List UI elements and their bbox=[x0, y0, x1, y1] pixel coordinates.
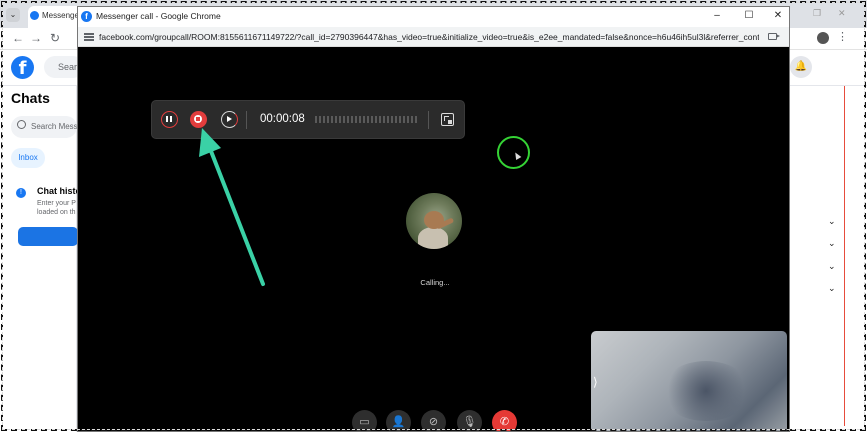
avatar-figure bbox=[418, 227, 448, 249]
audio-level-tick bbox=[367, 116, 369, 123]
audio-level-tick bbox=[339, 116, 341, 123]
audio-level-tick bbox=[331, 116, 333, 123]
call-address-bar[interactable]: facebook.com/groupcall/ROOM:815561167114… bbox=[78, 27, 789, 47]
audio-level-tick bbox=[379, 116, 381, 123]
end-call-icon: ✆ bbox=[499, 416, 510, 428]
video-off-icon: ⊘ bbox=[428, 416, 439, 428]
audio-level-tick bbox=[355, 116, 357, 123]
mute-button[interactable]: 🎙 bbox=[457, 410, 482, 431]
audio-level-tick bbox=[335, 116, 337, 123]
audio-level-tick bbox=[343, 116, 345, 123]
call-url-text[interactable]: facebook.com/groupcall/ROOM:815561167114… bbox=[99, 32, 759, 42]
audio-level-tick bbox=[323, 116, 325, 123]
microphone-off-icon: 🎙 bbox=[462, 416, 477, 428]
chevron-down-icon[interactable]: ⌄ bbox=[828, 238, 836, 249]
chevron-down-icon[interactable]: ⌄ bbox=[828, 216, 836, 227]
reload-icon[interactable]: ↻ bbox=[50, 31, 60, 45]
audio-level-tick bbox=[383, 116, 385, 123]
caller-avatar bbox=[406, 193, 462, 249]
back-arrow-icon[interactable]: ← bbox=[12, 31, 24, 45]
audio-level-tick bbox=[371, 116, 373, 123]
chevron-down-icon[interactable]: ⌄ bbox=[828, 283, 836, 294]
audio-level-tick bbox=[387, 116, 389, 123]
resume-recording-icon[interactable] bbox=[221, 111, 238, 128]
annotation-arrow-shaft bbox=[207, 144, 265, 286]
close-button[interactable]: ✕ bbox=[771, 10, 785, 21]
recorder-divider bbox=[428, 111, 429, 129]
audio-level-tick bbox=[375, 116, 377, 123]
self-video-feed bbox=[661, 361, 751, 421]
audio-level-tick bbox=[399, 116, 401, 123]
video-toggle-button[interactable]: ⊘ bbox=[421, 410, 446, 431]
background-tab-title: Messenger bbox=[42, 11, 82, 20]
audio-level-tick bbox=[327, 116, 329, 123]
inbox-tab[interactable]: Inbox bbox=[11, 148, 45, 168]
chat-history-button[interactable] bbox=[18, 227, 78, 246]
site-settings-icon[interactable] bbox=[84, 32, 94, 41]
self-video-preview[interactable]: ⟩ bbox=[591, 331, 787, 431]
audio-level-meter bbox=[315, 114, 420, 125]
chat-history-card: ! Chat history Enter your P loaded on th bbox=[11, 182, 90, 250]
maximize-button[interactable]: ☐ bbox=[742, 10, 756, 21]
minimize-button[interactable]: – bbox=[710, 10, 724, 21]
share-screen-button[interactable]: ▭ bbox=[352, 410, 377, 431]
background-restore-icon[interactable]: ❐ bbox=[813, 8, 821, 19]
facebook-favicon-icon: f bbox=[81, 11, 92, 22]
tab-search-dropdown[interactable]: ⌄ bbox=[6, 8, 20, 22]
call-window-titlebar: f Messenger call - Google Chrome – ☐ ✕ bbox=[78, 7, 789, 27]
end-call-button[interactable]: ✆ bbox=[492, 410, 517, 431]
chats-heading: Chats bbox=[11, 90, 50, 106]
audio-level-tick bbox=[391, 116, 393, 123]
share-screen-icon: ▭ bbox=[359, 416, 370, 428]
browser-menu-icon[interactable]: ⋮ bbox=[837, 30, 848, 43]
recorder-divider bbox=[246, 111, 247, 129]
notifications-bell-icon[interactable]: 🔔 bbox=[790, 56, 812, 78]
recording-timer: 00:00:08 bbox=[260, 113, 305, 125]
facebook-favicon-icon bbox=[30, 11, 39, 20]
call-status-text: Calling... bbox=[420, 278, 450, 287]
audio-level-tick bbox=[411, 116, 413, 123]
screen-recorder-toolbar: 00:00:08 bbox=[151, 100, 465, 139]
audio-level-tick bbox=[315, 116, 317, 123]
background-edge-line bbox=[844, 86, 845, 426]
search-icon bbox=[17, 120, 26, 129]
add-person-icon: 👤 bbox=[391, 416, 406, 428]
audio-level-tick bbox=[359, 116, 361, 123]
audio-level-tick bbox=[395, 116, 397, 123]
pause-recording-icon[interactable] bbox=[161, 111, 178, 128]
audio-level-tick bbox=[319, 116, 321, 123]
audio-level-tick bbox=[363, 116, 365, 123]
audio-level-tick bbox=[407, 116, 409, 123]
right-panel: ⌄ ⌄ ⌄ ⌄ bbox=[790, 86, 867, 432]
profile-avatar[interactable] bbox=[817, 32, 829, 44]
call-window-title: Messenger call - Google Chrome bbox=[96, 11, 221, 21]
audio-level-tick bbox=[351, 116, 353, 123]
camera-in-use-icon[interactable] bbox=[768, 33, 780, 40]
background-close-icon[interactable]: ✕ bbox=[838, 8, 846, 19]
audio-level-tick bbox=[415, 116, 417, 123]
expand-recorder-icon[interactable] bbox=[441, 113, 454, 126]
collapse-preview-icon[interactable]: ⟩ bbox=[593, 375, 598, 389]
stop-recording-icon[interactable] bbox=[190, 111, 207, 128]
messenger-search-input[interactable]: Search Messenger bbox=[11, 116, 77, 138]
info-icon: ! bbox=[16, 188, 26, 198]
audio-level-tick bbox=[347, 116, 349, 123]
messenger-search-placeholder: Search Messenger bbox=[31, 122, 77, 131]
forward-arrow-icon[interactable]: → bbox=[30, 31, 42, 45]
audio-level-tick bbox=[403, 116, 405, 123]
add-person-button[interactable]: 👤 bbox=[386, 410, 411, 431]
facebook-logo-icon[interactable]: f bbox=[11, 56, 34, 79]
messenger-call-window: f Messenger call - Google Chrome – ☐ ✕ f… bbox=[77, 6, 790, 432]
chevron-down-icon[interactable]: ⌄ bbox=[828, 261, 836, 272]
